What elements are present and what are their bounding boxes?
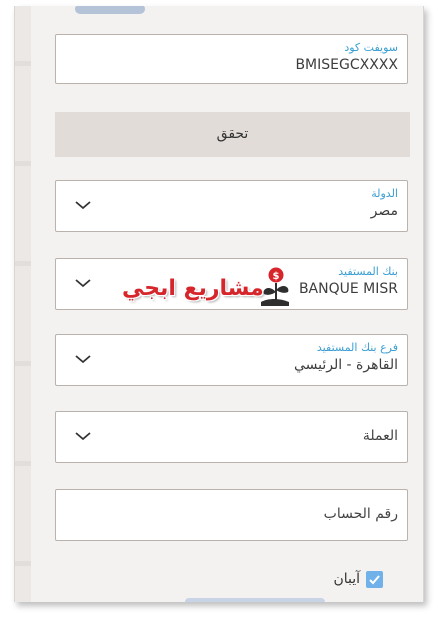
iban-checkbox-row[interactable]: آيبان xyxy=(333,568,383,590)
account-number-input[interactable]: رقم الحساب xyxy=(55,489,408,541)
swift-code-value: BMISEGCXXXX xyxy=(295,57,398,73)
country-value: مصر xyxy=(370,203,398,219)
svg-text:$: $ xyxy=(273,271,280,282)
watermark-text: مشاريع ابجي xyxy=(122,276,264,301)
account-number-placeholder: رقم الحساب xyxy=(323,506,398,522)
chevron-down-icon xyxy=(75,355,91,364)
chevron-down-icon xyxy=(75,201,91,210)
bank-branch-value: القاهرة - الرئيسي xyxy=(293,357,398,373)
iban-checkbox[interactable] xyxy=(366,570,383,588)
beneficiary-bank-value: BANQUE MISR xyxy=(298,281,398,297)
chevron-down-icon xyxy=(75,279,91,288)
watermark-logo: مشاريع ابجي $ xyxy=(122,266,292,312)
iban-label: آيبان xyxy=(333,571,360,587)
money-plant-icon: $ xyxy=(261,267,289,306)
currency-placeholder: العملة xyxy=(362,428,398,444)
bottom-scroll-indicator xyxy=(185,598,325,602)
bank-branch-select[interactable]: فرع بنك المستفيد القاهرة - الرئيسي xyxy=(55,334,408,386)
verify-button[interactable]: تحقق xyxy=(55,112,410,157)
bank-branch-label: فرع بنك المستفيد xyxy=(316,341,398,354)
swift-code-label: سويفت كود xyxy=(344,41,398,54)
beneficiary-bank-label: بنك المستفيد xyxy=(338,265,398,278)
top-scroll-indicator xyxy=(75,6,145,14)
swift-code-field[interactable]: سويفت كود BMISEGCXXXX xyxy=(55,34,408,84)
check-icon xyxy=(369,574,380,584)
country-label: الدولة xyxy=(371,187,398,200)
currency-select[interactable]: العملة xyxy=(55,411,408,463)
country-select[interactable]: الدولة مصر xyxy=(55,180,408,232)
chevron-down-icon xyxy=(75,432,91,441)
